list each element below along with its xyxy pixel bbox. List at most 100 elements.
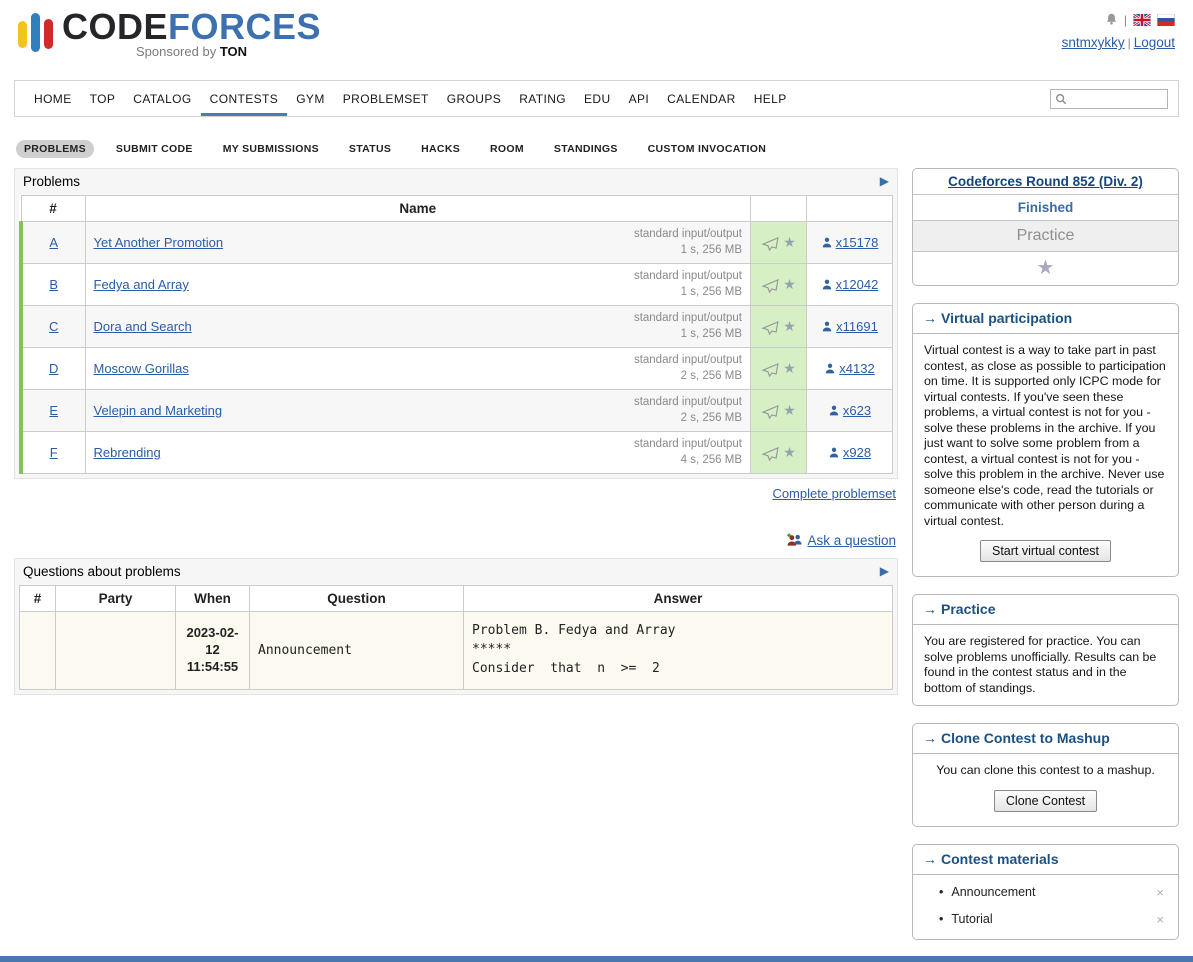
problem-letter-link[interactable]: A — [49, 235, 58, 250]
problem-name-link[interactable]: Velepin and Marketing — [94, 403, 223, 418]
subnav-standings[interactable]: STANDINGS — [546, 140, 626, 158]
contest-mode: Practice — [913, 221, 1178, 252]
favorite-star-icon[interactable]: ★ — [783, 276, 796, 292]
problem-letter-link[interactable]: B — [49, 277, 58, 292]
problem-letter-link[interactable]: D — [49, 361, 58, 376]
close-icon[interactable]: × — [1152, 912, 1168, 927]
nav-item-contests[interactable]: CONTESTS — [201, 81, 288, 116]
codeforces-logo[interactable]: CODEFORCES Sponsored by TON — [18, 8, 321, 60]
solved-count-link[interactable]: x928 — [843, 445, 871, 460]
flag-ru-icon[interactable] — [1157, 14, 1175, 26]
submit-plane-icon[interactable] — [761, 363, 779, 377]
question-row: 2023-02-1211:54:55 Announcement Problem … — [20, 612, 893, 690]
favorite-star-icon[interactable]: ★ — [783, 318, 796, 334]
problem-limits: standard input/output1 s, 256 MB — [634, 311, 742, 342]
expand-arrow-icon[interactable]: ▶ — [880, 564, 889, 578]
contest-favorite-star-icon[interactable]: ★ — [1037, 257, 1055, 279]
contest-status: Finished — [913, 195, 1178, 221]
material-tutorial-link[interactable]: Tutorial — [951, 912, 992, 926]
problem-letter-link[interactable]: C — [49, 319, 58, 334]
logo-text: CODEFORCES Sponsored by TON — [62, 8, 321, 59]
nav-item-rating[interactable]: RATING — [510, 81, 575, 116]
col-header-name: Name — [85, 196, 751, 222]
problem-name-link[interactable]: Rebrending — [94, 445, 161, 460]
material-announcement-link[interactable]: Announcement — [951, 885, 1035, 899]
virtual-participation-text: Virtual contest is a way to take part in… — [924, 343, 1167, 529]
ask-question-link[interactable]: Ask a question — [807, 533, 896, 548]
col-header-number: # — [21, 196, 85, 222]
nav-item-problemset[interactable]: PROBLEMSET — [334, 81, 438, 116]
nav-item-help[interactable]: HELP — [745, 81, 796, 116]
favorite-star-icon[interactable]: ★ — [783, 360, 796, 376]
favorite-star-icon[interactable]: ★ — [783, 402, 796, 418]
question-answer-cell: Problem B. Fedya and Array ***** Conside… — [464, 612, 893, 690]
problem-limits: standard input/output1 s, 256 MB — [634, 227, 742, 258]
submit-plane-icon[interactable] — [761, 237, 779, 251]
submit-plane-icon[interactable] — [761, 405, 779, 419]
top-bar: CODEFORCES Sponsored by TON | — [14, 0, 1179, 76]
nav-item-edu[interactable]: EDU — [575, 81, 620, 116]
solved-count-link[interactable]: x4132 — [839, 361, 874, 376]
problem-limits: standard input/output4 s, 256 MB — [634, 437, 742, 468]
expand-arrow-icon[interactable]: ▶ — [880, 174, 889, 188]
col-header-answer: Answer — [464, 586, 893, 612]
submit-plane-icon[interactable] — [761, 321, 779, 335]
nav-item-gym[interactable]: GYM — [287, 81, 334, 116]
caption-arrow-icon: → — [923, 601, 937, 617]
start-virtual-contest-button[interactable]: Start virtual contest — [980, 540, 1111, 562]
subnav-my-submissions[interactable]: MY SUBMISSIONS — [215, 140, 327, 158]
nav-item-api[interactable]: API — [620, 81, 659, 116]
search-input[interactable] — [1070, 92, 1163, 106]
subnav-custom-invocation[interactable]: CUSTOM INVOCATION — [640, 140, 774, 158]
submit-plane-icon[interactable] — [761, 279, 779, 293]
solvers-person-icon — [828, 446, 840, 459]
logout-link[interactable]: Logout — [1134, 35, 1175, 50]
problem-letter-link[interactable]: F — [50, 445, 58, 460]
virtual-participation-caption: →Virtual participation — [913, 304, 1178, 334]
problem-row: A Yet Another Promotion standard input/o… — [21, 222, 893, 264]
solvers-person-icon — [821, 278, 833, 291]
nav-item-top[interactable]: TOP — [81, 81, 125, 116]
nav-item-calendar[interactable]: CALENDAR — [658, 81, 745, 116]
subnav-submit-code[interactable]: SUBMIT CODE — [108, 140, 201, 158]
question-text-cell: Announcement — [250, 612, 464, 690]
solved-count-link[interactable]: x623 — [843, 403, 871, 418]
problem-name-link[interactable]: Fedya and Array — [94, 277, 189, 292]
problem-name-link[interactable]: Moscow Gorillas — [94, 361, 189, 376]
col-header-solved — [807, 196, 893, 222]
notification-bell-icon[interactable] — [1105, 12, 1118, 29]
complete-problemset-link[interactable]: Complete problemset — [772, 486, 896, 501]
nav-item-catalog[interactable]: CATALOG — [124, 81, 200, 116]
clone-contest-button[interactable]: Clone Contest — [994, 790, 1097, 812]
questions-table: # Party When Question Answer 2023-02-121… — [19, 585, 893, 690]
subnav-status[interactable]: STATUS — [341, 140, 399, 158]
main-nav: HOME TOP CATALOG CONTESTS GYM PROBLEMSET… — [14, 80, 1179, 117]
problems-table-box: Problems ▶ # Name — [14, 168, 898, 479]
solvers-person-icon — [821, 320, 833, 333]
nav-item-groups[interactable]: GROUPS — [438, 81, 510, 116]
practice-box: →Practice You are registered for practic… — [912, 594, 1179, 706]
close-icon[interactable]: × — [1152, 885, 1168, 900]
contest-title-link[interactable]: Codeforces Round 852 (Div. 2) — [948, 174, 1143, 189]
problem-row: D Moscow Gorillas standard input/output2… — [21, 348, 893, 390]
problem-row: E Velepin and Marketing standard input/o… — [21, 390, 893, 432]
solved-count-link[interactable]: x12042 — [836, 277, 879, 292]
subnav-room[interactable]: ROOM — [482, 140, 532, 158]
subnav-problems[interactable]: PROBLEMS — [16, 140, 94, 158]
solved-count-link[interactable]: x11691 — [836, 319, 878, 334]
favorite-star-icon[interactable]: ★ — [783, 234, 796, 250]
caption-arrow-icon: → — [923, 730, 937, 746]
username-link[interactable]: sntmxykky — [1062, 35, 1125, 50]
submit-plane-icon[interactable] — [761, 447, 779, 461]
problem-name-link[interactable]: Yet Another Promotion — [94, 235, 224, 250]
problem-letter-link[interactable]: E — [49, 403, 58, 418]
subnav-hacks[interactable]: HACKS — [413, 140, 468, 158]
solved-count-link[interactable]: x15178 — [836, 235, 879, 250]
nav-item-home[interactable]: HOME — [25, 81, 81, 116]
favorite-star-icon[interactable]: ★ — [783, 444, 796, 460]
separator: | — [1128, 36, 1131, 50]
flag-en-icon[interactable] — [1133, 14, 1151, 26]
question-number-cell — [20, 612, 56, 690]
problem-limits: standard input/output2 s, 256 MB — [634, 395, 742, 426]
problem-name-link[interactable]: Dora and Search — [94, 319, 192, 334]
